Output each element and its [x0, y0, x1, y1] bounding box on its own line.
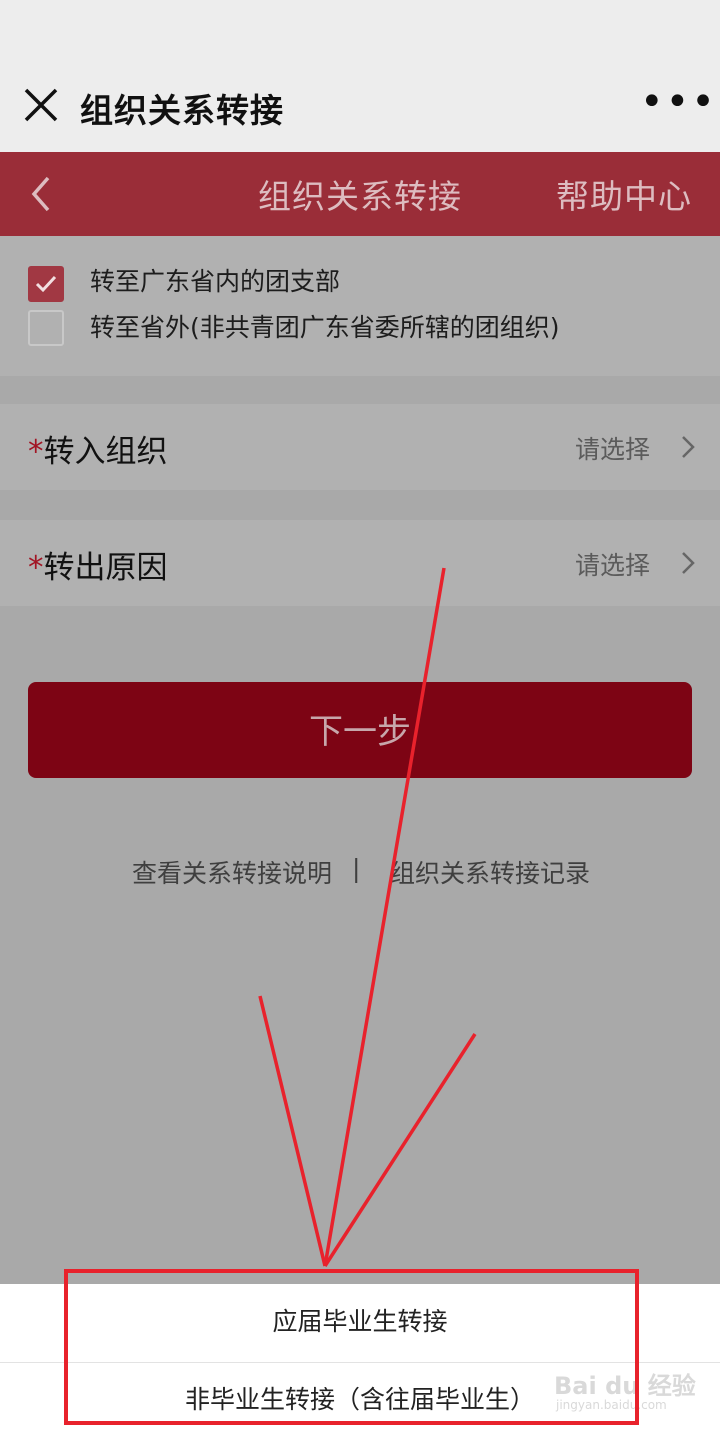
next-step-label[interactable]: 下一步: [28, 704, 692, 753]
baidu-watermark: Bai du 经验: [554, 1372, 696, 1400]
divider: [0, 1362, 720, 1363]
baidu-watermark-url: jingyan.baidu.com: [556, 1398, 667, 1412]
option-label-out-of-province[interactable]: 转至省外(非共青团广东省委所辖的团组织): [90, 308, 560, 344]
transfer-reason-label: *转出原因: [28, 550, 168, 586]
checkmark-icon: [35, 275, 57, 293]
annotation-arrow: [258, 995, 327, 1267]
action-graduate-transfer[interactable]: 应届毕业生转接: [0, 1302, 720, 1338]
target-organization-label: *转入组织: [28, 434, 168, 470]
transfer-records-link[interactable]: 组织关系转接记录: [390, 854, 590, 890]
annotation-arrow: [323, 1033, 477, 1267]
transfer-reason-value[interactable]: 请选择: [575, 546, 650, 582]
wechat-title: 组织关系转接: [80, 91, 284, 130]
chevron-right-icon: [682, 552, 695, 574]
checkbox-in-province[interactable]: [28, 266, 64, 302]
annotation-arrow: [323, 567, 446, 1267]
option-label-in-province[interactable]: 转至广东省内的团支部: [90, 262, 340, 298]
checkbox-out-of-province[interactable]: [28, 310, 64, 346]
transfer-scope-panel: [0, 236, 720, 376]
close-icon[interactable]: [22, 86, 60, 124]
help-center-link[interactable]: 帮助中心: [556, 170, 692, 218]
view-instructions-link[interactable]: 查看关系转接说明: [132, 854, 332, 890]
link-separator: |: [352, 854, 361, 883]
chevron-right-icon: [682, 436, 695, 458]
more-icon[interactable]: •••: [640, 82, 717, 122]
target-organization-value[interactable]: 请选择: [575, 430, 650, 466]
